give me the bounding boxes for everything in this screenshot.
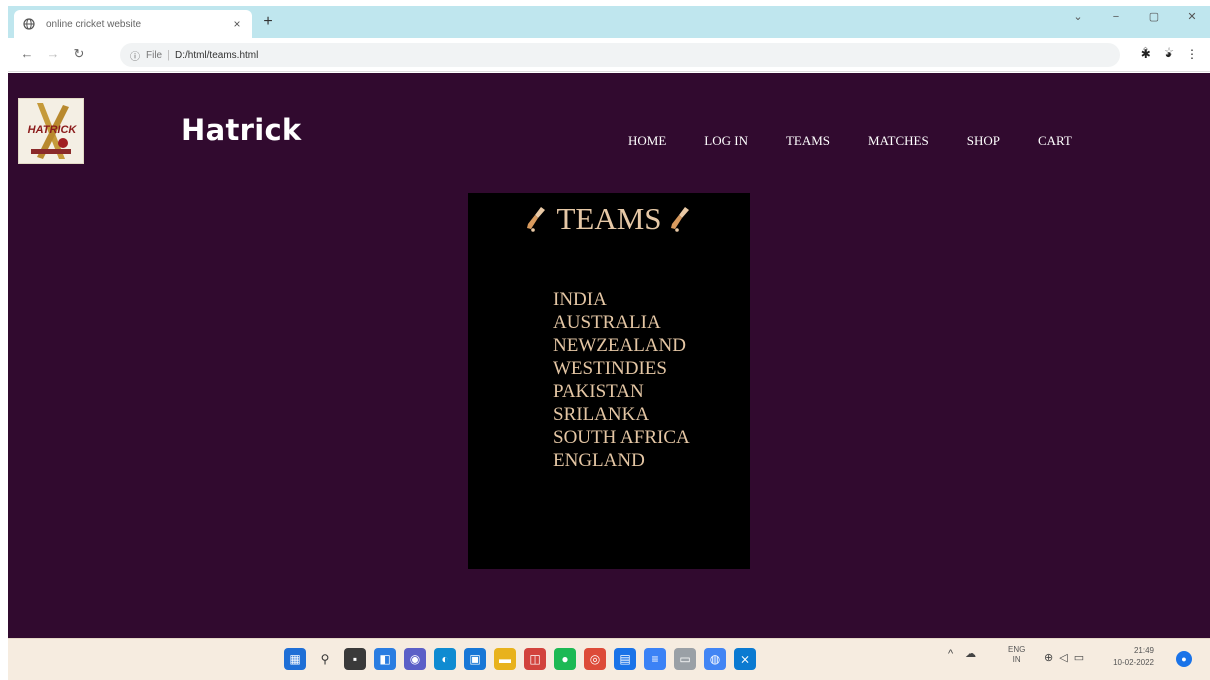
back-arrow-icon[interactable]: ← [18, 46, 36, 61]
clock-time: 21:49 [1133, 646, 1154, 655]
url-text[interactable]: D:/html/teams.html [175, 50, 258, 61]
nav-matches[interactable]: MATCHES [868, 133, 929, 149]
list-item[interactable]: WESTINDIES [553, 357, 690, 380]
language-indicator[interactable]: ENG IN [1008, 645, 1025, 665]
forward-arrow-icon[interactable]: → [44, 46, 62, 61]
browser-tab-bar: online cricket website × + ⌄ − ▢ ✕ [8, 6, 1210, 38]
start-icon[interactable]: ▦ [284, 648, 306, 670]
list-item[interactable]: NEWZEALAND [553, 334, 690, 357]
svg-text:HATRICK: HATRICK [28, 124, 78, 136]
nav-log-in[interactable]: LOG IN [704, 133, 748, 149]
puzzle-icon[interactable]: ✱ [1141, 47, 1151, 61]
chrome-alt-icon[interactable]: ◍ [704, 648, 726, 670]
nav-cart[interactable]: CART [1038, 133, 1072, 149]
site-logo[interactable]: HATRICK [18, 98, 84, 164]
page-content: HATRICK Hatrick HOME LOG IN TEAMS MATCHE… [8, 73, 1210, 638]
browser-tab[interactable]: online cricket website × [14, 10, 252, 38]
system-tray: ^ ☁ [948, 647, 976, 661]
minimize-icon[interactable]: − [1106, 11, 1126, 23]
teams-panel: TEAMS INDIA AUSTRALIA NEWZEALAND WESTIND… [468, 193, 750, 569]
app-icon-blue[interactable]: ▤ [614, 648, 636, 670]
file-icon[interactable]: ▭ [674, 648, 696, 670]
task-view-icon[interactable]: ▪ [344, 648, 366, 670]
kebab-menu-icon[interactable]: ⋮ [1186, 47, 1198, 61]
list-item[interactable]: ENGLAND [553, 449, 690, 472]
maximize-icon[interactable]: ▢ [1144, 10, 1164, 23]
window-controls: ⌄ − ▢ ✕ [1068, 10, 1202, 24]
volume-icon[interactable]: ◁ [1059, 651, 1067, 664]
teams-title: TEAMS [556, 201, 662, 236]
chrome-icon[interactable]: ◎ [584, 648, 606, 670]
team-list: INDIA AUSTRALIA NEWZEALAND WESTINDIES PA… [553, 288, 690, 472]
edge-icon[interactable]: ◐ [434, 648, 456, 670]
clock-date: 10-02-2022 [1113, 658, 1154, 667]
status-icons: ⊕ ◁ ▭ [1044, 651, 1084, 664]
app-icon-red[interactable]: ◫ [524, 648, 546, 670]
nav-home[interactable]: HOME [628, 133, 666, 149]
nav-shop[interactable]: SHOP [967, 133, 1000, 149]
nav-teams[interactable]: TEAMS [786, 133, 830, 149]
tab-title: online cricket website [46, 18, 142, 30]
list-item[interactable]: INDIA [553, 288, 690, 311]
cloud-icon[interactable]: ☁ [965, 647, 976, 660]
main-nav: HOME LOG IN TEAMS MATCHES SHOP CART [628, 133, 1072, 149]
os-taskbar: ▦ ⚲ ▪ ◧ ◉ ◐ ▣ ▬ ◫ ● ◎ ▤ ≡ ▭ ◍ ⨯ ^ ☁ ENG … [8, 638, 1210, 680]
clock[interactable]: 21:49 10-02-2022 [1106, 645, 1154, 669]
browser-toolbar: ← → ↻ ⓘ File | D:/html/teams.html ⇪ ☆ ✱ … [8, 38, 1210, 72]
app-icon-l[interactable]: ▣ [464, 648, 486, 670]
notepad-icon[interactable]: ≡ [644, 648, 666, 670]
chevron-up-icon[interactable]: ^ [948, 648, 953, 660]
url-scheme-label: File [146, 49, 163, 61]
screen: online cricket website × + ⌄ − ▢ ✕ ← → ↻… [0, 0, 1210, 680]
list-item[interactable]: SOUTH AFRICA [553, 426, 690, 449]
list-item[interactable]: AUSTRALIA [553, 311, 690, 334]
vscode-icon[interactable]: ⨯ [734, 648, 756, 670]
globe-icon [22, 17, 36, 31]
new-tab-button[interactable]: + [258, 12, 278, 32]
list-item[interactable]: PAKISTAN [553, 380, 690, 403]
folder-icon[interactable]: ▬ [494, 648, 516, 670]
reload-icon[interactable]: ↻ [70, 46, 88, 62]
chat-icon[interactable]: ◉ [404, 648, 426, 670]
spotify-icon[interactable]: ● [554, 648, 576, 670]
network-icon[interactable]: ⊕ [1044, 651, 1053, 664]
info-icon[interactable]: ⓘ [130, 48, 140, 63]
notification-icon[interactable]: ● [1176, 651, 1192, 667]
search-icon[interactable]: ⚲ [314, 648, 336, 670]
cricket-bat-icon [527, 207, 546, 232]
avatar-icon[interactable]: ◕ [1165, 47, 1172, 61]
url-separator: | [167, 49, 170, 61]
taskbar-apps: ▦ ⚲ ▪ ◧ ◉ ◐ ▣ ▬ ◫ ● ◎ ▤ ≡ ▭ ◍ ⨯ [284, 648, 756, 670]
battery-icon[interactable]: ▭ [1074, 651, 1084, 664]
tab-close-icon[interactable]: × [230, 17, 244, 31]
close-window-icon[interactable]: ✕ [1182, 10, 1202, 23]
tab-search-icon[interactable]: ⌄ [1068, 10, 1088, 23]
extension-icons: ✱ ◕ ⋮ [1141, 47, 1198, 61]
brand-name[interactable]: Hatrick [181, 113, 302, 147]
cricket-bat-icon [670, 207, 689, 232]
address-bar[interactable]: ⓘ File | D:/html/teams.html [120, 43, 1120, 67]
teams-heading: TEAMS [468, 201, 750, 237]
list-item[interactable]: SRILANKA [553, 403, 690, 426]
widgets-icon[interactable]: ◧ [374, 648, 396, 670]
